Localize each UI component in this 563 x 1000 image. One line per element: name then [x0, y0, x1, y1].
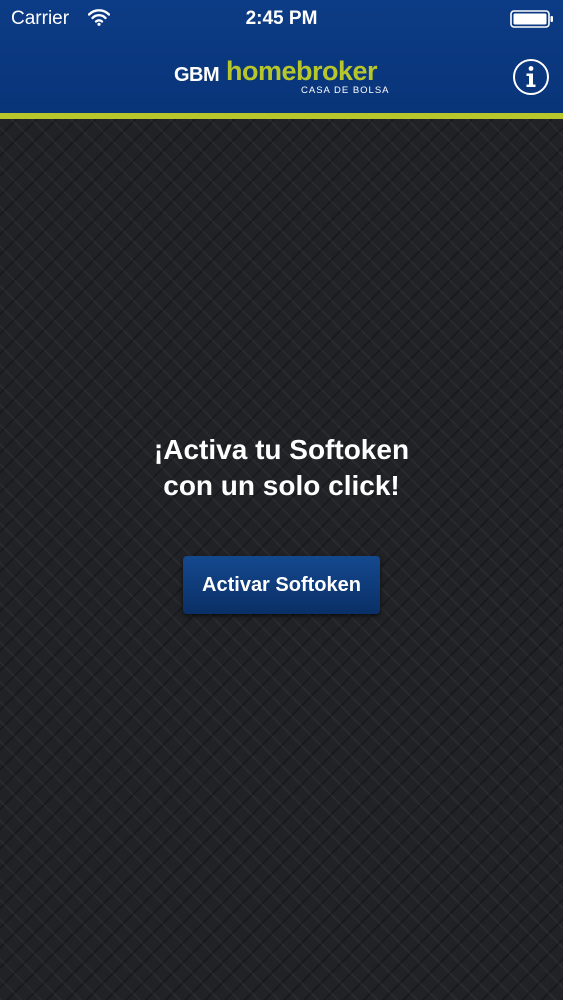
- activation-headline: ¡Activa tu Softoken con un solo click!: [0, 432, 563, 504]
- logo-gbm-text: GBM: [174, 64, 220, 86]
- headline-line-1: ¡Activa tu Softoken: [153, 434, 410, 465]
- activate-softoken-button[interactable]: Activar Softoken: [183, 556, 380, 614]
- status-time: 2:45 PM: [245, 8, 318, 29]
- logo-subtitle: CASA DE BOLSA: [301, 85, 390, 96]
- main-content: ¡Activa tu Softoken con un solo click! A…: [0, 119, 563, 1000]
- gbm-homebroker-logo: GBM homebroker CASA DE BOLSA: [174, 56, 394, 100]
- logo-homebroker-text: homebroker: [226, 56, 378, 86]
- status-bar: Carrier 2:45 PM: [0, 0, 563, 38]
- info-icon[interactable]: [512, 58, 550, 96]
- headline-line-2: con un solo click!: [163, 470, 400, 501]
- battery-icon: [510, 10, 553, 28]
- screen: Carrier 2:45 PM GBM homebroker CASA DE B…: [0, 0, 563, 1000]
